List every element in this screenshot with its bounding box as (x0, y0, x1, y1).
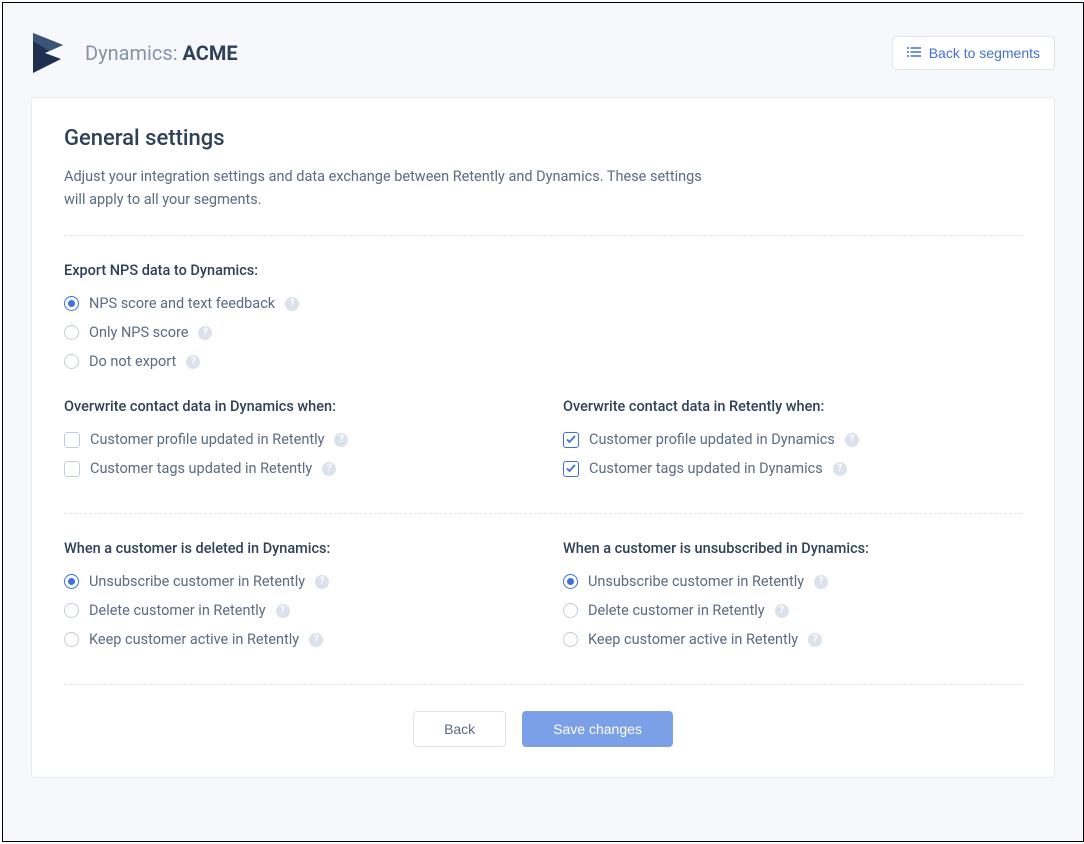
save-changes-button[interactable]: Save changes (522, 711, 673, 747)
help-icon[interactable]: ? (198, 326, 212, 340)
checkbox-profile-updated-dynamics[interactable] (563, 432, 579, 448)
breadcrumb-prefix: Dynamics: (85, 41, 183, 65)
breadcrumb-name: ACME (183, 41, 238, 65)
dynamics-logo-icon (31, 31, 67, 75)
overwrite-retently-label: Overwrite contact data in Retently when: (563, 398, 1022, 415)
help-icon[interactable]: ? (334, 433, 348, 447)
radio-export-score-and-feedback[interactable] (64, 296, 79, 311)
overwrite-dynamics-label: Overwrite contact data in Dynamics when: (64, 398, 523, 415)
help-icon[interactable]: ? (845, 433, 859, 447)
help-icon[interactable]: ? (285, 297, 299, 311)
checkbox-profile-updated-retently[interactable] (64, 432, 80, 448)
help-icon[interactable]: ? (814, 575, 828, 589)
back-to-segments-label: Back to segments (929, 45, 1040, 61)
help-icon[interactable]: ? (315, 575, 329, 589)
back-to-segments-button[interactable]: Back to segments (892, 36, 1055, 70)
option-label: Delete customer in Retently (89, 602, 266, 619)
option-label: NPS score and text feedback (89, 295, 275, 312)
option-label: Customer tags updated in Dynamics (589, 460, 823, 477)
option-label: Keep customer active in Retently (588, 631, 798, 648)
option-label: Unsubscribe customer in Retently (89, 573, 305, 590)
radio-unsub-unsubscribe[interactable] (563, 574, 578, 589)
option-label: Keep customer active in Retently (89, 631, 299, 648)
settings-card: General settings Adjust your integration… (31, 97, 1055, 778)
divider (64, 235, 1022, 236)
help-icon[interactable]: ? (775, 604, 789, 618)
option-label: Customer profile updated in Retently (90, 431, 324, 448)
radio-export-only-score[interactable] (64, 325, 79, 340)
page-subtitle: Adjust your integration settings and dat… (64, 165, 704, 211)
back-button[interactable]: Back (413, 711, 506, 747)
option-label: Do not export (89, 353, 176, 370)
deleted-section-label: When a customer is deleted in Dynamics: (64, 540, 523, 557)
page-title: General settings (64, 126, 1022, 151)
breadcrumb: Dynamics: ACME (85, 41, 238, 65)
help-icon[interactable]: ? (186, 355, 200, 369)
option-label: Customer tags updated in Retently (90, 460, 312, 477)
radio-deleted-keep-active[interactable] (64, 632, 79, 647)
radio-export-do-not-export[interactable] (64, 354, 79, 369)
option-label: Unsubscribe customer in Retently (588, 573, 804, 590)
help-icon[interactable]: ? (833, 462, 847, 476)
checkbox-tags-updated-dynamics[interactable] (563, 461, 579, 477)
checkbox-tags-updated-retently[interactable] (64, 461, 80, 477)
divider (64, 684, 1022, 685)
unsubscribed-section-label: When a customer is unsubscribed in Dynam… (563, 540, 1022, 557)
radio-deleted-delete[interactable] (64, 603, 79, 618)
help-icon[interactable]: ? (322, 462, 336, 476)
option-label: Only NPS score (89, 324, 188, 341)
radio-unsub-keep-active[interactable] (563, 632, 578, 647)
divider (64, 513, 1022, 514)
radio-unsub-delete[interactable] (563, 603, 578, 618)
list-icon (907, 45, 921, 61)
help-icon[interactable]: ? (808, 633, 822, 647)
help-icon[interactable]: ? (276, 604, 290, 618)
radio-deleted-unsubscribe[interactable] (64, 574, 79, 589)
option-label: Delete customer in Retently (588, 602, 765, 619)
help-icon[interactable]: ? (309, 633, 323, 647)
export-section-label: Export NPS data to Dynamics: (64, 262, 1022, 279)
option-label: Customer profile updated in Dynamics (589, 431, 835, 448)
